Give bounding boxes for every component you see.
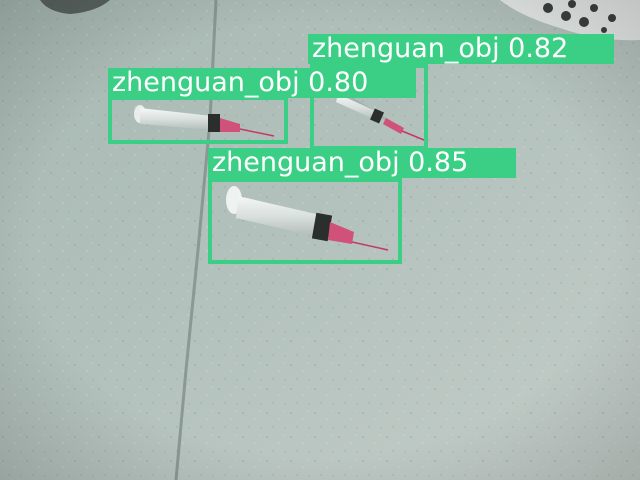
class-label: zhenguan_obj [312, 33, 500, 64]
bounding-box [108, 96, 288, 144]
class-label: zhenguan_obj [112, 67, 300, 98]
confidence-score: 0.80 [308, 67, 369, 98]
detection-label: zhenguan_obj 0.80 [108, 68, 416, 98]
detection-label: zhenguan_obj 0.82 [308, 34, 614, 64]
bounding-box [208, 178, 402, 264]
confidence-score: 0.85 [408, 147, 469, 178]
class-label: zhenguan_obj [212, 147, 400, 178]
confidence-score: 0.82 [508, 33, 569, 64]
detection-label: zhenguan_obj 0.85 [208, 148, 516, 178]
detection-image: zhenguan_obj 0.82 zhenguan_obj 0.80 zhen… [0, 0, 640, 480]
